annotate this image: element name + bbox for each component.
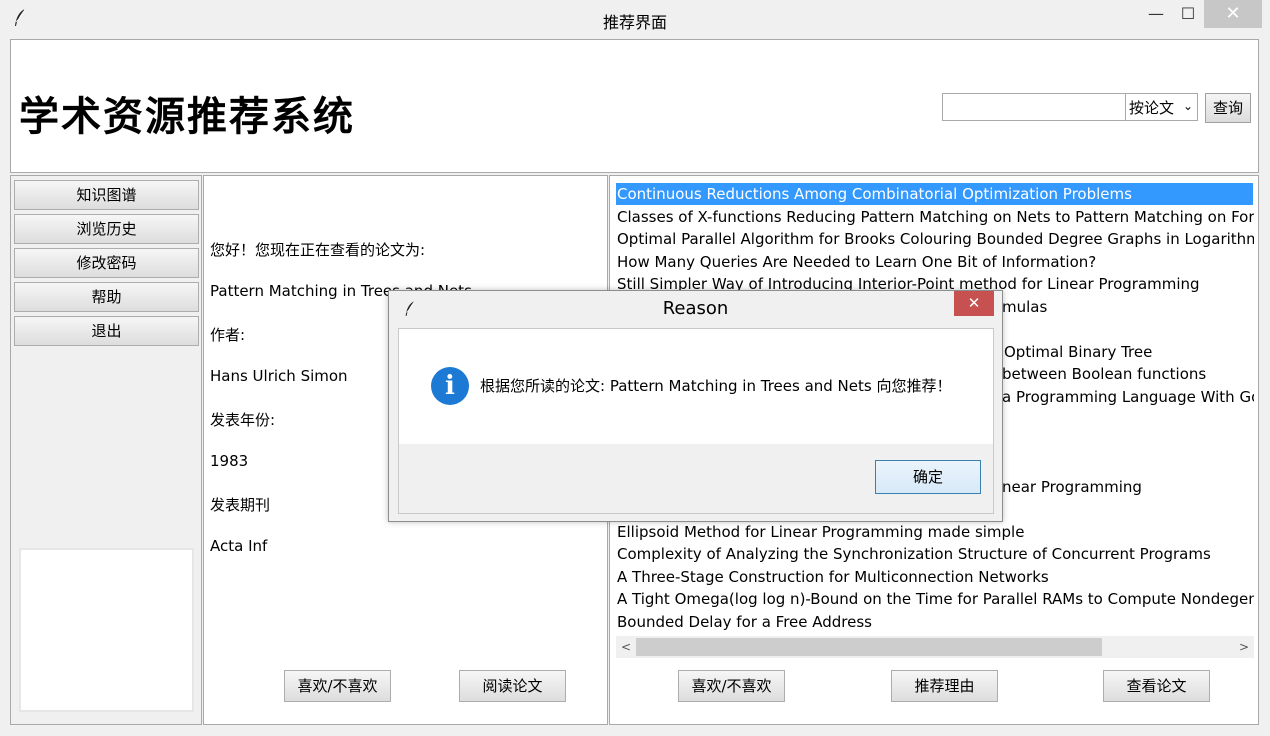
list-item[interactable]: a Programming Language With Go — [1001, 386, 1254, 408]
view-paper-button[interactable]: 查看论文 — [1103, 670, 1210, 702]
window-titlebar: 推荐界面 — ☐ ✕ — [0, 0, 1270, 38]
reason-dialog: Reason ✕ i 根据您所读的论文: Pattern Matching in… — [388, 290, 1003, 522]
list-item[interactable]: Ellipsoid Method for Linear Programming … — [616, 521, 1254, 543]
app-title: 学术资源推荐系统 — [19, 94, 355, 140]
search-mode-select[interactable]: 按论文 ⌄ — [1125, 93, 1198, 121]
author-value: Hans Ulrich Simon — [210, 367, 348, 385]
rec-like-button[interactable]: 喜欢/不喜欢 — [678, 670, 785, 702]
recommend-reason-button[interactable]: 推荐理由 — [891, 670, 998, 702]
sidebar-item-help[interactable]: 帮助 — [14, 282, 199, 312]
list-item[interactable]: Continuous Reductions Among Combinatoria… — [616, 183, 1253, 205]
list-item[interactable]: Optimal Binary Tree — [1003, 341, 1254, 363]
dialog-footer: 确定 — [399, 444, 993, 513]
sidebar: 知识图谱 浏览历史 修改密码 帮助 退出 — [10, 175, 202, 725]
window-title: 推荐界面 — [602, 13, 667, 32]
list-item[interactable]: mulas — [1001, 296, 1254, 318]
list-item[interactable]: A Tight Omega(log log n)-Bound on the Ti… — [616, 588, 1254, 610]
list-item[interactable]: Optimal Parallel Algorithm for Brooks Co… — [616, 228, 1254, 250]
year-value: 1983 — [210, 452, 249, 470]
sidebar-item-knowledge-graph[interactable]: 知识图谱 — [14, 180, 199, 210]
journal-label: 发表期刊 — [210, 496, 271, 514]
list-item[interactable]: A Three-Stage Construction for Multiconn… — [616, 566, 1254, 588]
like-button[interactable]: 喜欢/不喜欢 — [284, 670, 391, 702]
list-item[interactable]: Complexity of Analyzing the Synchronizat… — [616, 543, 1254, 565]
horizontal-scrollbar[interactable]: < > — [616, 636, 1254, 658]
scroll-left-icon[interactable]: < — [618, 638, 634, 656]
search-mode-value: 按论文 — [1129, 99, 1175, 117]
chevron-down-icon: ⌄ — [1182, 99, 1193, 113]
sidebar-item-history[interactable]: 浏览历史 — [14, 214, 199, 244]
minimize-button[interactable]: — — [1140, 0, 1172, 28]
year-label: 发表年份: — [210, 411, 276, 429]
author-label: 作者: — [210, 326, 246, 344]
dialog-title: Reason — [662, 298, 729, 319]
dialog-message: 根据您所读的论文: Pattern Matching in Trees and … — [480, 377, 952, 395]
maximize-button[interactable]: ☐ — [1172, 0, 1204, 28]
info-icon: i — [431, 367, 469, 405]
window-close-button[interactable]: ✕ — [1204, 0, 1262, 28]
list-item[interactable]: Bounded Delay for a Free Address — [616, 611, 1254, 633]
ok-button[interactable]: 确定 — [875, 460, 981, 494]
list-item[interactable]: near Programming — [1001, 476, 1254, 498]
header-panel: 学术资源推荐系统 按论文 ⌄ 查询 — [10, 39, 1259, 173]
scrollbar-thumb[interactable] — [636, 638, 1102, 656]
list-item[interactable]: How Many Queries Are Needed to Learn One… — [616, 251, 1254, 273]
read-paper-button[interactable]: 阅读论文 — [459, 670, 566, 702]
scroll-right-icon[interactable]: > — [1236, 638, 1252, 656]
sidebar-item-exit[interactable]: 退出 — [14, 316, 199, 346]
sidebar-image-box — [19, 548, 194, 712]
dialog-body: i 根据您所读的论文: Pattern Matching in Trees an… — [398, 328, 994, 514]
dialog-close-button[interactable]: ✕ — [954, 291, 994, 316]
sidebar-item-change-password[interactable]: 修改密码 — [14, 248, 199, 278]
journal-value: Acta Inf — [210, 537, 268, 555]
list-item[interactable]: Classes of X-functions Reducing Pattern … — [616, 206, 1254, 228]
list-item[interactable]: between Boolean functions — [1001, 363, 1254, 385]
greeting-text: 您好！您现在正在查看的论文为: — [210, 241, 426, 259]
search-input[interactable] — [942, 93, 1126, 121]
search-button[interactable]: 查询 — [1205, 93, 1251, 123]
